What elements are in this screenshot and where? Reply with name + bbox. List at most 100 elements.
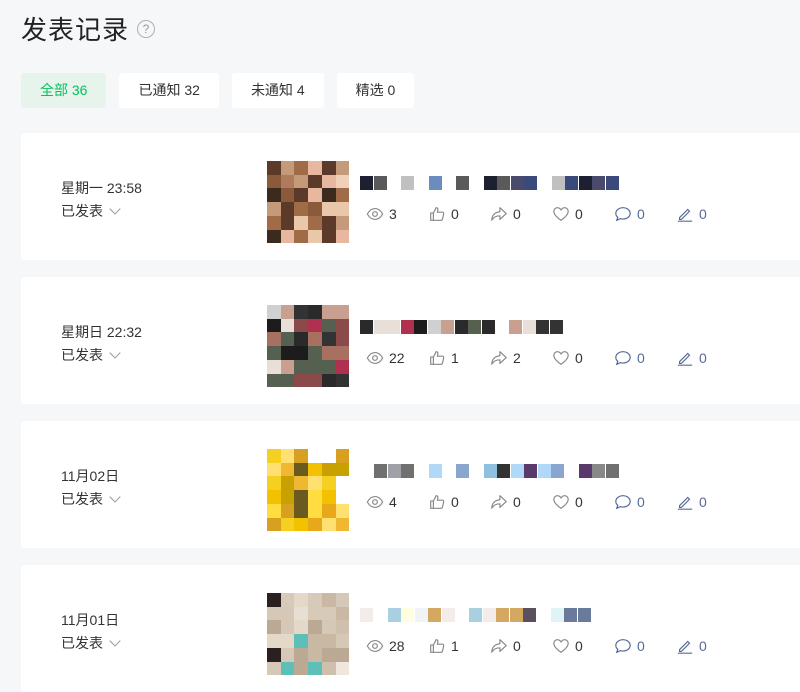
stat-likes[interactable]: 1 xyxy=(428,349,490,367)
stat-views[interactable]: 28 xyxy=(366,637,428,655)
stat-favorites[interactable]: 0 xyxy=(552,205,614,223)
article-title-redacted[interactable] xyxy=(360,320,620,334)
status-dropdown[interactable]: 已发表 xyxy=(61,201,121,221)
redacted-title-block xyxy=(400,320,414,334)
stat-notes[interactable]: 0 xyxy=(676,637,738,655)
thumbnail-pixel xyxy=(321,215,336,230)
thumbnail-pixel xyxy=(280,318,295,333)
stat-comments[interactable]: 0 xyxy=(614,493,676,511)
record-card[interactable]: 星期一 23:58 已发表 3 0 0 0 0 0 xyxy=(21,133,800,260)
status-dropdown[interactable]: 已发表 xyxy=(61,345,121,365)
thumbnail-pixel xyxy=(308,229,323,243)
thumbnail-pixel xyxy=(294,490,309,505)
redacted-title-block xyxy=(549,320,563,334)
redacted-title-block xyxy=(605,176,619,190)
pen-icon xyxy=(676,205,699,223)
stat-value: 0 xyxy=(575,206,583,222)
record-card[interactable]: 11月01日 已发表 28 1 0 0 0 0 xyxy=(21,565,800,692)
stat-views[interactable]: 4 xyxy=(366,493,428,511)
redacted-title-block xyxy=(537,464,551,478)
stat-views[interactable]: 22 xyxy=(366,349,428,367)
thumbnail-pixel xyxy=(321,634,336,649)
thumbnail-pixel xyxy=(308,318,323,333)
redacted-title-block xyxy=(522,320,536,334)
redacted-title-block xyxy=(483,176,497,190)
stat-comments[interactable]: 0 xyxy=(614,349,676,367)
stat-favorites[interactable]: 0 xyxy=(552,637,614,655)
thumbnail-pixel xyxy=(308,620,323,635)
redacted-title-block xyxy=(509,608,523,622)
thumbnail-pixel xyxy=(280,476,295,491)
stat-value: 0 xyxy=(451,206,459,222)
tab-not-notified[interactable]: 未通知 4 xyxy=(231,73,324,108)
thumbnail-pixel xyxy=(321,647,336,662)
article-title-redacted[interactable] xyxy=(360,464,620,478)
thumbnail-pixel xyxy=(308,490,323,505)
article-thumbnail[interactable] xyxy=(267,305,349,387)
thumbnail-pixel xyxy=(308,359,323,374)
status-dropdown[interactable]: 已发表 xyxy=(61,633,121,653)
redacted-title-block xyxy=(414,608,428,622)
stat-notes[interactable]: 0 xyxy=(676,349,738,367)
stat-shares[interactable]: 0 xyxy=(490,205,552,223)
thumbnail-pixel xyxy=(267,620,281,635)
thumbnail-pixel xyxy=(280,490,295,505)
comment-icon xyxy=(614,349,637,367)
redacted-title-block xyxy=(401,608,414,622)
thumbnail-pixel xyxy=(267,661,281,675)
stat-likes[interactable]: 0 xyxy=(428,493,490,511)
stat-notes[interactable]: 0 xyxy=(676,493,738,511)
thumbnail-pixel xyxy=(308,161,323,175)
stat-value: 1 xyxy=(451,638,459,654)
thumbnail-pixel xyxy=(267,161,281,175)
article-title-redacted[interactable] xyxy=(360,176,620,190)
chevron-down-icon xyxy=(109,202,121,215)
record-card[interactable]: 11月02日 已发表 4 0 0 0 0 0 xyxy=(21,421,800,548)
thumbnail-pixel xyxy=(335,661,349,675)
stat-shares[interactable]: 2 xyxy=(490,349,552,367)
thumbnail-pixel xyxy=(280,359,295,374)
record-date: 11月02日 xyxy=(61,468,120,484)
stat-shares[interactable]: 0 xyxy=(490,493,552,511)
thumbnail-pixel xyxy=(294,359,309,374)
thumbnail-pixel xyxy=(335,215,349,230)
thumbnail-pixel xyxy=(294,593,309,607)
stat-notes[interactable]: 0 xyxy=(676,205,738,223)
stat-comments[interactable]: 0 xyxy=(614,637,676,655)
thumbnail-pixel xyxy=(280,462,295,477)
thumbnail-pixel xyxy=(321,517,336,531)
tab-featured[interactable]: 精选 0 xyxy=(336,73,415,108)
thumbnail-pixel xyxy=(308,606,323,621)
tab-notified[interactable]: 已通知 32 xyxy=(119,73,219,108)
stat-views[interactable]: 3 xyxy=(366,205,428,223)
thumbnail-pixel xyxy=(280,202,295,217)
thumbnail-pixel xyxy=(267,449,281,463)
thumbnail-pixel xyxy=(280,503,295,518)
status-dropdown[interactable]: 已发表 xyxy=(61,489,121,509)
stat-shares[interactable]: 0 xyxy=(490,637,552,655)
thumbnail-pixel xyxy=(294,305,309,319)
thumbnail-pixel xyxy=(308,462,323,477)
stat-favorites[interactable]: 0 xyxy=(552,493,614,511)
chevron-down-icon xyxy=(109,634,121,647)
tab-all[interactable]: 全部 36 xyxy=(21,73,107,108)
redacted-title-block xyxy=(577,608,591,622)
redacted-title-block xyxy=(360,176,373,190)
redacted-title-block xyxy=(524,464,537,478)
thumbnail-pixel xyxy=(321,593,336,607)
help-icon[interactable]: ? xyxy=(137,19,156,38)
stat-favorites[interactable]: 0 xyxy=(552,349,614,367)
record-date: 11月01日 xyxy=(61,612,120,628)
thumbnail-pixel xyxy=(335,476,349,491)
record-card[interactable]: 星期日 22:32 已发表 22 1 2 0 0 0 xyxy=(21,277,800,404)
thumbs-up-icon xyxy=(428,205,451,223)
article-thumbnail[interactable] xyxy=(267,161,349,243)
article-thumbnail[interactable] xyxy=(267,593,349,675)
stat-likes[interactable]: 0 xyxy=(428,205,490,223)
article-title-redacted[interactable] xyxy=(360,608,620,622)
article-thumbnail[interactable] xyxy=(267,449,349,531)
stat-comments[interactable]: 0 xyxy=(614,205,676,223)
stat-likes[interactable]: 1 xyxy=(428,637,490,655)
thumbnail-pixel xyxy=(267,634,281,649)
redacted-title-block xyxy=(414,320,427,334)
